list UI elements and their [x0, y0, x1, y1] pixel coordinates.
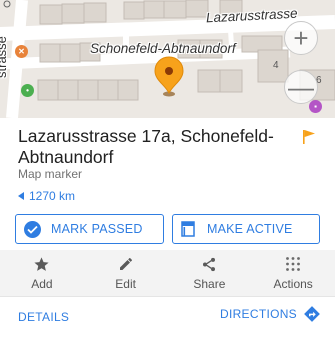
add-action-label: Add [31, 277, 53, 291]
street-label-vertical: strasse [0, 36, 9, 78]
distance-value: 1270 km [29, 189, 76, 203]
grid-dots-icon [285, 255, 301, 273]
details-button[interactable]: DETAILS [18, 310, 69, 324]
edit-action-label: Edit [115, 277, 136, 291]
mark-passed-button[interactable]: MARK PASSED [15, 214, 164, 244]
add-action-button[interactable]: Add [0, 250, 84, 296]
bottom-bar: DETAILS DIRECTIONS [0, 296, 335, 336]
distance-indicator: 1270 km [18, 189, 75, 203]
share-action-label: Share [193, 277, 226, 291]
map-view[interactable]: Lazarusstrasse Schonefeld-Abtnaundorf st… [0, 0, 335, 118]
more-actions-label: Actions [273, 277, 313, 291]
action-bar: Add Edit Share Actions [0, 250, 335, 296]
map-marker-icon[interactable] [153, 55, 185, 97]
more-actions-button[interactable]: Actions [251, 250, 335, 296]
directions-label: DIRECTIONS [219, 307, 297, 321]
zoom-out-button[interactable]: — [284, 70, 318, 104]
make-active-label: MAKE ACTIVE [207, 222, 293, 236]
pencil-icon [118, 255, 134, 273]
share-icon [201, 255, 217, 273]
mark-passed-label: MARK PASSED [51, 222, 143, 236]
edit-action-button[interactable]: Edit [84, 250, 168, 296]
make-active-button[interactable]: MAKE ACTIVE [172, 214, 320, 244]
share-action-button[interactable]: Share [168, 250, 252, 296]
check-circle-icon [24, 220, 41, 238]
place-subtitle: Map marker [18, 167, 83, 181]
zoom-in-button[interactable]: + [284, 21, 318, 55]
directions-button[interactable]: DIRECTIONS [220, 305, 321, 323]
flag-icon[interactable] [302, 129, 316, 145]
direction-arrow-icon [18, 192, 24, 200]
park-poi-icon[interactable]: • [21, 84, 34, 97]
directions-icon [304, 306, 320, 322]
street-label-schonefeld: Schonefeld-Abtnaundorf [90, 41, 236, 56]
place-title: Lazarusstrasse 17a, Schonefeld-Abtnaundo… [18, 126, 274, 167]
house-number-label: 4 [273, 60, 279, 71]
star-icon [33, 255, 50, 273]
flag-window-icon [181, 221, 195, 237]
restaurant-poi-icon[interactable]: ✕ [15, 45, 28, 58]
